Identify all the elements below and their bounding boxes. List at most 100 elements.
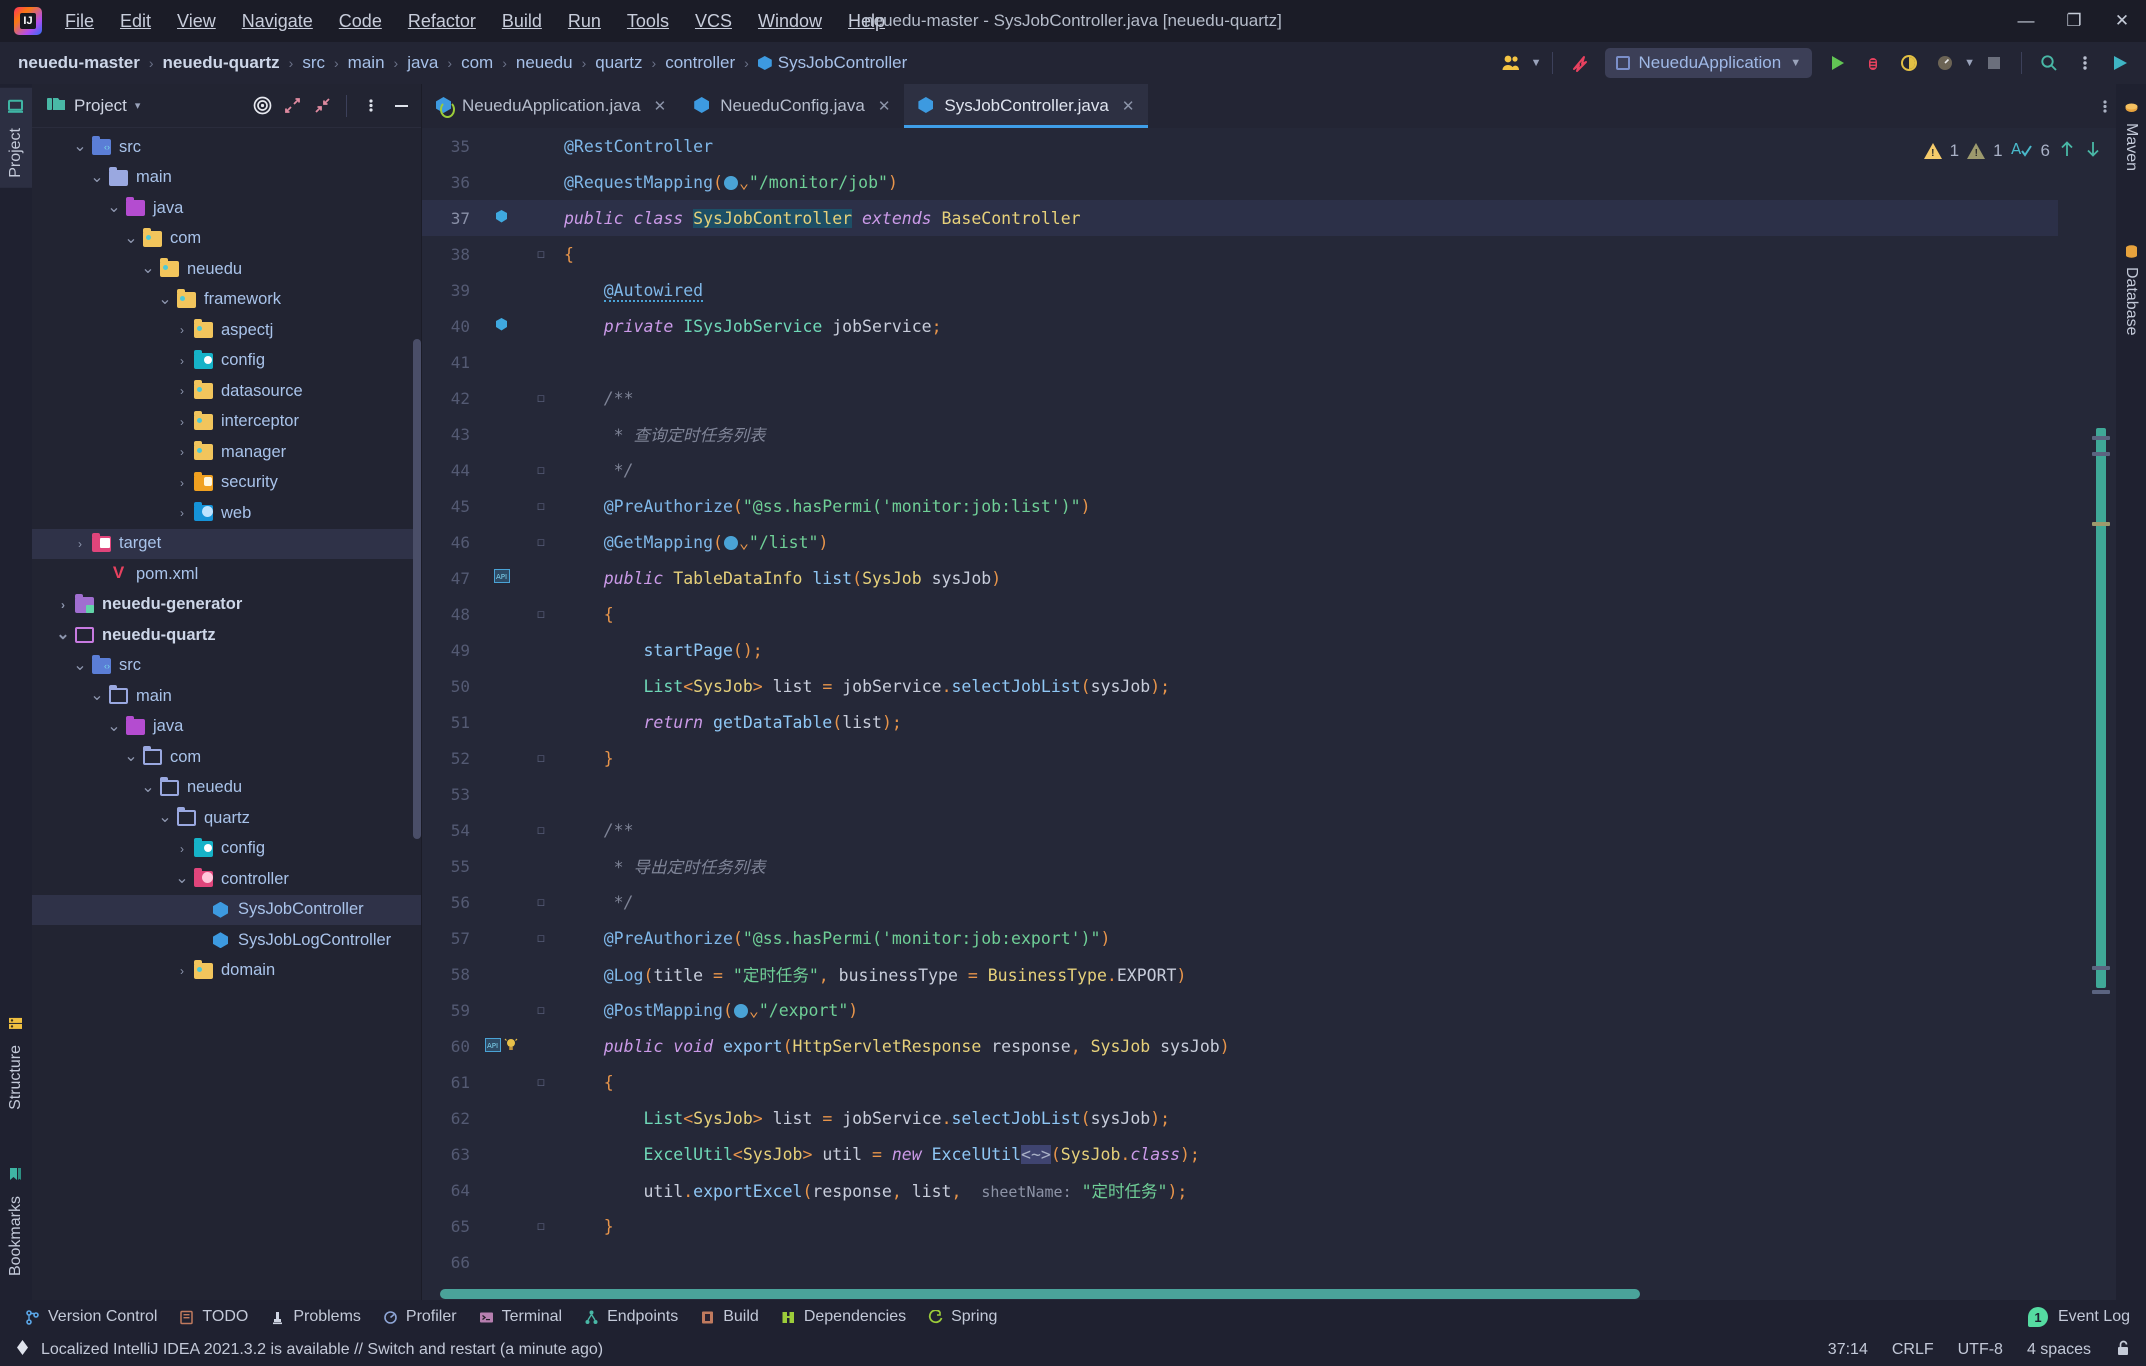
- fold-gutter[interactable]: ◻: [526, 895, 556, 910]
- tree-node[interactable]: › target: [32, 528, 421, 559]
- tab-neuedu-application[interactable]: NeueduApplication.java ✕: [422, 84, 680, 128]
- breadcrumb-item-9[interactable]: SysJobController: [754, 51, 911, 75]
- project-scrollbar[interactable]: [413, 339, 421, 839]
- unlocked-icon[interactable]: [2115, 1339, 2132, 1362]
- run-button[interactable]: [1820, 46, 1854, 80]
- chevron-down-icon[interactable]: ⌄: [55, 627, 71, 643]
- menu-code[interactable]: Code: [326, 7, 395, 36]
- run-with-coverage-button[interactable]: [1892, 46, 1926, 80]
- chevron-down-icon[interactable]: ⌄: [140, 261, 156, 277]
- tree-node[interactable]: › web: [32, 498, 421, 529]
- menu-window[interactable]: Window: [745, 7, 835, 36]
- code-line[interactable]: 35 @RestController: [422, 128, 2058, 164]
- breadcrumb-item-7[interactable]: quartz: [591, 51, 646, 75]
- chevron-down-icon[interactable]: ⌄: [72, 139, 88, 155]
- account-icon[interactable]: [1495, 46, 1529, 80]
- fold-marker-icon[interactable]: ◻: [537, 931, 545, 946]
- fold-gutter[interactable]: ◻: [526, 1075, 556, 1090]
- tree-node[interactable]: SysJobLogController: [32, 925, 421, 956]
- code-viewport[interactable]: 35 @RestController 36 @RequestMapping(⌄"/mo…: [422, 128, 2058, 1288]
- close-button[interactable]: ✕: [2098, 0, 2146, 42]
- code-line[interactable]: 61 ◻ {: [422, 1064, 2058, 1100]
- horizontal-scroll-thumb[interactable]: [440, 1289, 1640, 1299]
- project-panel-title[interactable]: Project ▾: [46, 95, 140, 117]
- tree-node[interactable]: ⌄ quartz: [32, 803, 421, 834]
- code-text[interactable]: * 导出定时任务列表: [556, 854, 2058, 878]
- code-text[interactable]: @RestController: [556, 137, 2058, 156]
- fold-marker-icon[interactable]: ◻: [537, 1219, 545, 1234]
- fold-marker-icon[interactable]: ◻: [537, 247, 545, 262]
- indent-setting[interactable]: 4 spaces: [2027, 1341, 2091, 1359]
- close-icon[interactable]: ✕: [878, 97, 891, 115]
- code-text[interactable]: @PreAuthorize("@ss.hasPermi('monitor:job…: [556, 929, 2058, 948]
- stripe-marker[interactable]: [2092, 966, 2110, 970]
- fold-gutter[interactable]: ◻: [526, 823, 556, 838]
- tree-node[interactable]: › config: [32, 834, 421, 865]
- code-line[interactable]: 50 List<SysJob> list = jobService.select…: [422, 668, 2058, 704]
- tree-node[interactable]: › interceptor: [32, 407, 421, 438]
- gutter-icons[interactable]: API: [480, 569, 526, 587]
- stop-button[interactable]: [1977, 46, 2011, 80]
- tree-node[interactable]: ⌄ java: [32, 193, 421, 224]
- intention-bulb-icon[interactable]: [504, 1038, 518, 1056]
- breadcrumb-item-6[interactable]: neuedu: [512, 51, 577, 75]
- menu-help[interactable]: Help: [835, 7, 898, 36]
- fold-gutter[interactable]: ◻: [526, 931, 556, 946]
- chevron-down-icon[interactable]: ⌄: [157, 291, 173, 307]
- tree-node[interactable]: ⌄ controller: [32, 864, 421, 895]
- sidebar-item-project[interactable]: Project: [0, 88, 32, 188]
- menu-edit[interactable]: Edit: [107, 7, 164, 36]
- tool-todo[interactable]: TODO: [168, 1304, 259, 1330]
- account-caret-icon[interactable]: ▼: [1531, 57, 1542, 69]
- code-text[interactable]: @PostMapping(⌄"/export"): [556, 1001, 2058, 1020]
- close-icon[interactable]: ✕: [1122, 97, 1135, 115]
- code-line[interactable]: 51 return getDataTable(list);: [422, 704, 2058, 740]
- fold-gutter[interactable]: ◻: [526, 247, 556, 262]
- more-options-icon[interactable]: [2068, 46, 2102, 80]
- rest-endpoint-icon[interactable]: API: [485, 1037, 501, 1056]
- chevron-right-icon[interactable]: ›: [174, 415, 190, 429]
- tree-node[interactable]: ⌄ java: [32, 712, 421, 743]
- chevron-right-icon[interactable]: ›: [174, 964, 190, 978]
- code-editor[interactable]: 35 @RestController 36 @RequestMapping(⌄"/mo…: [422, 128, 2116, 1288]
- project-options-icon[interactable]: [357, 92, 385, 120]
- fold-marker-icon[interactable]: ◻: [537, 499, 545, 514]
- chevron-down-icon[interactable]: ⌄: [89, 688, 105, 704]
- code-line[interactable]: 53: [422, 776, 2058, 812]
- fold-marker-icon[interactable]: ◻: [537, 1075, 545, 1090]
- gutter-icons[interactable]: API: [480, 1037, 526, 1056]
- code-line[interactable]: 40 private ISysJobService jobService;: [422, 308, 2058, 344]
- code-line[interactable]: 46 ◻ @GetMapping(⌄"/list"): [422, 524, 2058, 560]
- code-line[interactable]: 65 ◻ }: [422, 1208, 2058, 1244]
- code-text[interactable]: List<SysJob> list = jobService.selectJob…: [556, 677, 2058, 696]
- fold-marker-icon[interactable]: ◻: [537, 607, 545, 622]
- error-stripe-gutter[interactable]: [2058, 128, 2116, 1288]
- chevron-down-icon[interactable]: ⌄: [106, 200, 122, 216]
- stripe-marker[interactable]: [2092, 990, 2110, 994]
- tree-node[interactable]: ⌄ neuedu: [32, 773, 421, 804]
- code-line[interactable]: 42 ◻ /**: [422, 380, 2058, 416]
- code-line[interactable]: 38 ◻ {: [422, 236, 2058, 272]
- event-log-label[interactable]: Event Log: [2058, 1308, 2130, 1326]
- menu-tools[interactable]: Tools: [614, 7, 682, 36]
- tree-node[interactable]: › aspectj: [32, 315, 421, 346]
- chevron-down-icon[interactable]: ⌄: [749, 1001, 759, 1020]
- code-text[interactable]: List<SysJob> list = jobService.selectJob…: [556, 1109, 2058, 1128]
- fold-gutter[interactable]: ◻: [526, 607, 556, 622]
- fold-gutter[interactable]: ◻: [526, 535, 556, 550]
- chevron-down-icon[interactable]: ⌄: [123, 230, 139, 246]
- arrow-up-icon[interactable]: [2058, 139, 2076, 164]
- code-line[interactable]: 48 ◻ {: [422, 596, 2058, 632]
- sidebar-item-structure[interactable]: Structure: [0, 1005, 32, 1120]
- updates-icon[interactable]: [1563, 46, 1597, 80]
- code-line[interactable]: 66: [422, 1244, 2058, 1280]
- tree-node[interactable]: › neuedu-generator: [32, 590, 421, 621]
- chevron-right-icon[interactable]: ›: [174, 476, 190, 490]
- tree-node[interactable]: › security: [32, 468, 421, 499]
- code-text[interactable]: startPage();: [556, 641, 2058, 660]
- chevron-right-icon[interactable]: ›: [174, 445, 190, 459]
- bean-candidate-icon[interactable]: [494, 317, 509, 336]
- url-gutter-icon[interactable]: [723, 175, 738, 190]
- inspection-widget[interactable]: ! 1 ! 1 A 6: [1923, 128, 2116, 174]
- code-line[interactable]: 47 API public TableDataInfo list(SysJob s…: [422, 560, 2058, 596]
